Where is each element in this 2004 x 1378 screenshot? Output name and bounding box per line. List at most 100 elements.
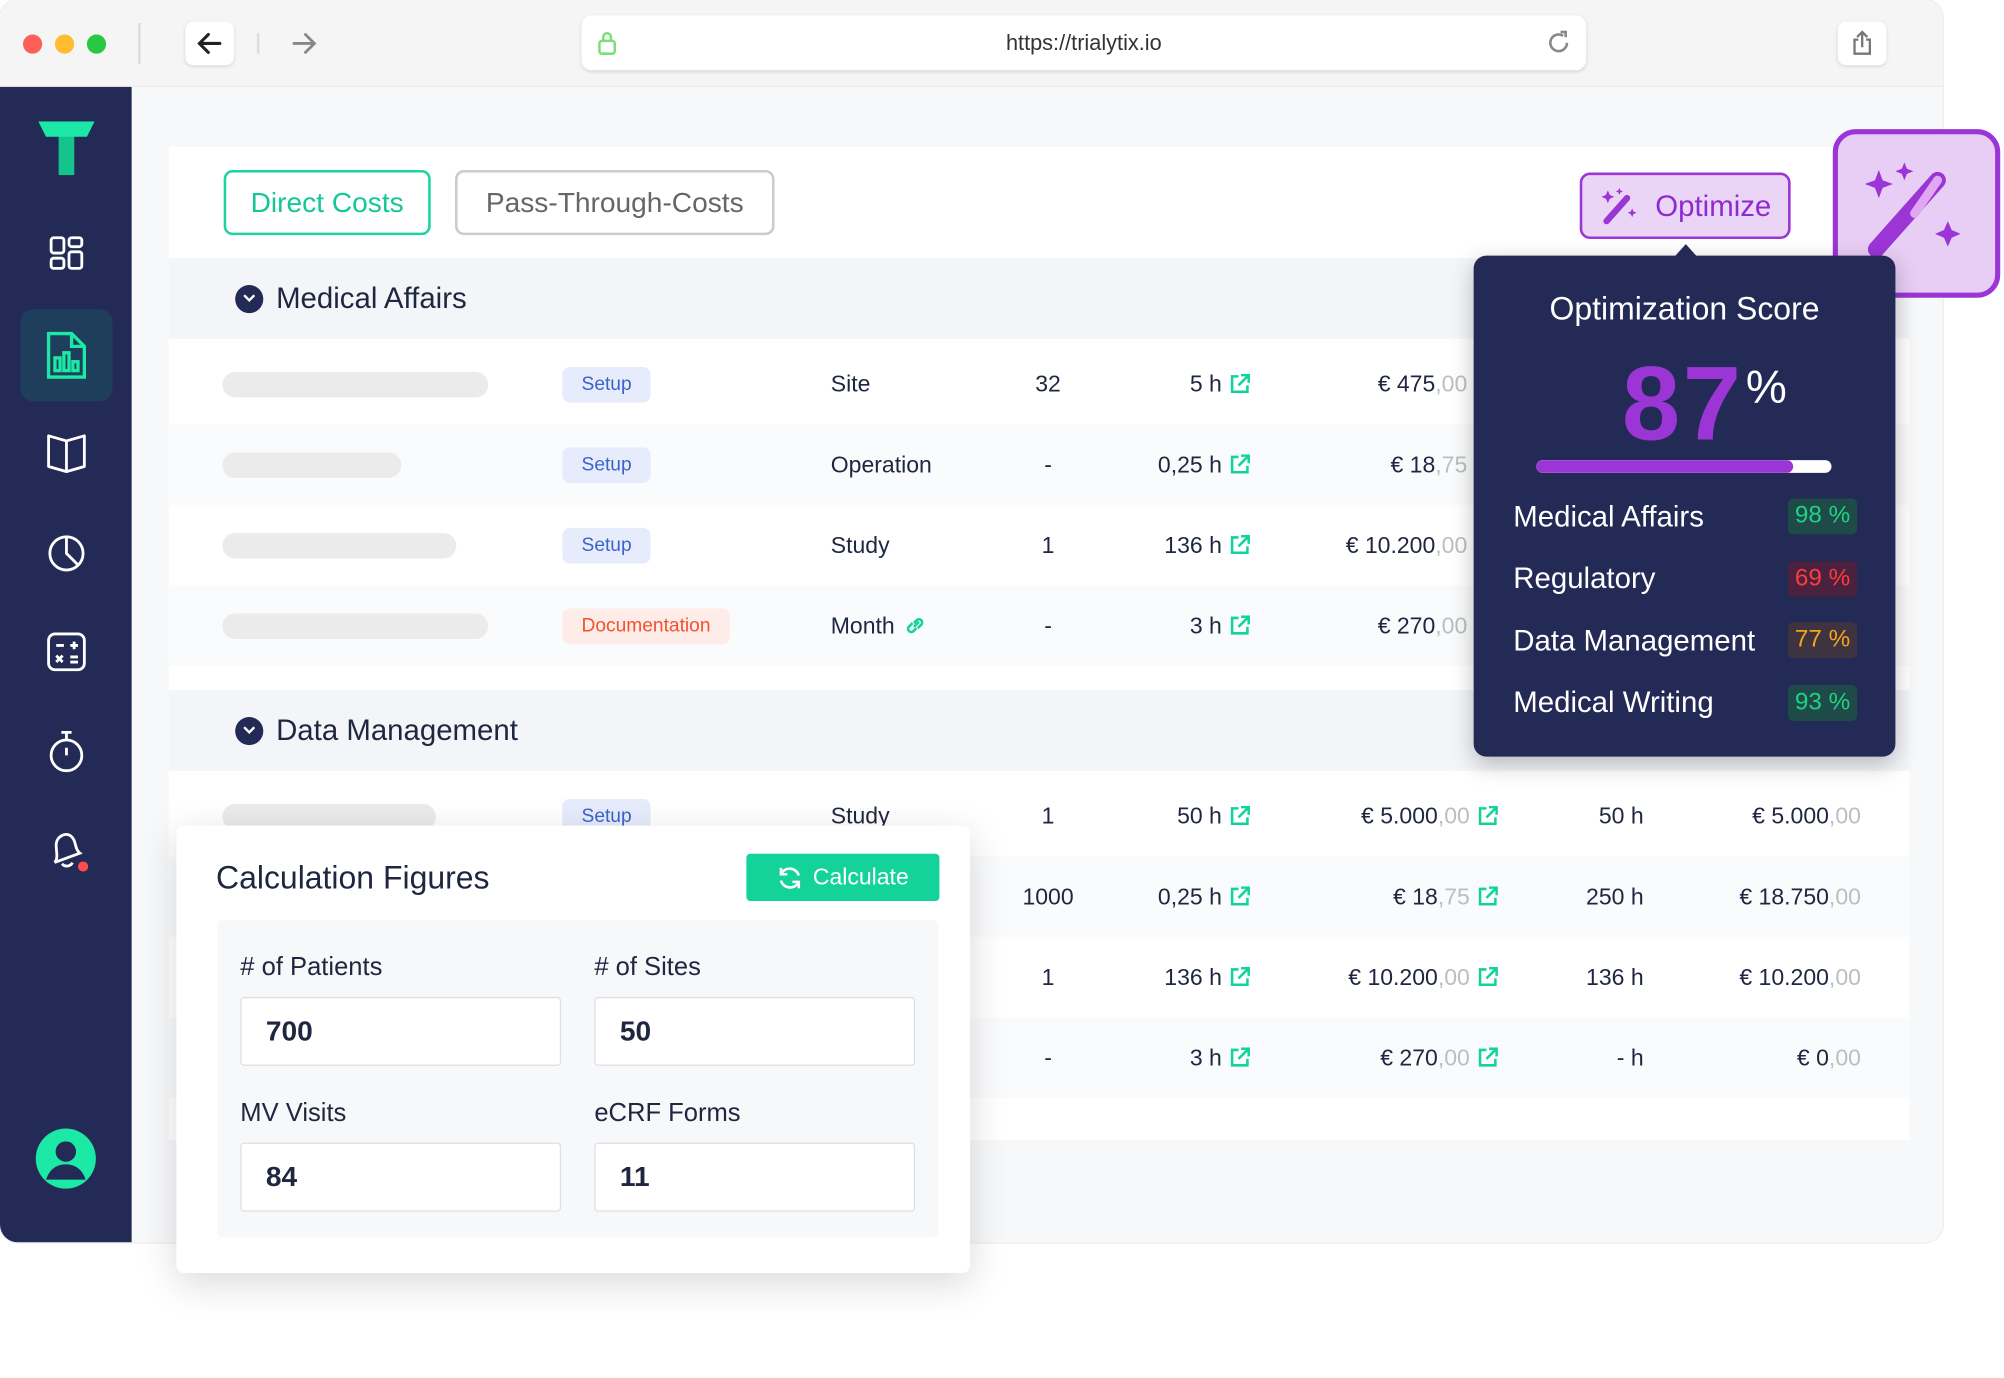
unit-type-label: Study [830,531,890,558]
sidebar-item-book[interactable] [33,420,99,486]
calc-title: Calculation Figures [215,860,490,896]
score-title: Optimization Score [1549,291,1820,328]
reload-icon[interactable] [1547,30,1571,55]
sidebar [0,86,132,1243]
maximize-window-button[interactable] [86,34,107,54]
sidebar-item-calculator[interactable] [33,619,99,685]
calculation-figures-card: Calculation Figures Calculate # of Patie… [176,825,971,1273]
category-badge: Setup [562,446,651,483]
quantity: 1 [1041,802,1055,829]
hours: 0,25 h [1158,883,1250,910]
patients-label: # of Patients [240,953,383,982]
cost-value: € 18 [1393,883,1438,909]
cost-value: € 475 [1377,370,1436,397]
external-link-icon[interactable] [1477,805,1498,826]
hours-value: 136 h [1164,963,1222,990]
hours-value: 5 h [1189,370,1222,397]
external-link-icon[interactable] [1477,1047,1498,1067]
score-item-badge: 98 % [1788,498,1858,535]
minimize-window-button[interactable] [54,34,75,54]
score-item: Medical Affairs 98 % [1513,498,1858,535]
score-item-label: Regulatory [1513,561,1656,595]
score-item-badge: 93 % [1788,684,1858,721]
category-badge: Setup [562,366,651,402]
total-cost: € 5.000,00 [1752,803,1861,830]
external-link-icon[interactable] [1230,373,1250,394]
divider [138,23,141,64]
unit-type: Site [831,371,871,398]
patients-input[interactable]: 700 [240,996,562,1066]
tab-pass-through-costs[interactable]: Pass-Through-Costs [455,169,775,236]
hours-value: 136 h [1164,531,1222,558]
unit-type: Study [831,532,890,559]
divider [256,33,260,54]
total-cost: € 18.750,00 [1739,883,1861,910]
total-value: € 10.200 [1739,963,1829,990]
hours-value: 50 h [1177,802,1222,829]
unit-type: Month [831,612,926,639]
name-placeholder [222,371,489,397]
sidebar-item-reports[interactable] [20,309,113,402]
link-icon[interactable] [905,615,925,635]
close-window-button[interactable] [23,34,43,54]
external-link-icon[interactable] [1230,805,1250,826]
total-hours: - h [1616,1044,1644,1070]
cost-decimals: ,00 [1435,370,1468,397]
external-link-icon[interactable] [1230,1047,1250,1067]
external-link-icon[interactable] [1230,454,1250,474]
cost: € 5.000,00 [1361,803,1498,830]
cost-decimals: ,75 [1435,451,1468,477]
total-value: € 18.750 [1739,883,1829,909]
sidebar-item-dashboard[interactable] [33,220,99,286]
unit-type-label: Operation [830,451,932,477]
category-badge: Setup [562,527,651,564]
cost-value: € 270 [1377,612,1436,638]
cost-decimals: ,00 [1437,963,1470,990]
external-link-icon[interactable] [1230,615,1250,635]
arrow-right-icon [292,33,317,54]
mv-visits-input[interactable]: 84 [240,1142,562,1212]
calculate-label: Calculate [812,863,909,890]
hours: 3 h [1190,1044,1250,1071]
cost-decimals: ,00 [1437,802,1470,829]
total-decimals: ,00 [1828,1044,1861,1070]
category-badge: Documentation [562,607,730,644]
total-hours: 50 h [1598,802,1644,829]
name-placeholder [222,612,489,639]
quantity: - [1044,1044,1052,1070]
avatar[interactable] [35,1128,96,1189]
sidebar-item-analytics[interactable] [33,520,99,586]
total-hours: 136 h [1586,963,1644,990]
report-icon [46,331,87,379]
cost: € 10.200,00 [1346,532,1468,559]
quantity: 1 [1041,963,1055,990]
optimize-button[interactable]: Optimize [1579,172,1791,240]
calc-fields-panel: # of Patients 700 # of Sites 50 MV Visit… [217,920,939,1238]
ecrf-forms-input[interactable]: 11 [594,1142,916,1212]
sidebar-item-timer[interactable] [33,718,99,784]
tab-direct-costs[interactable]: Direct Costs [223,169,431,236]
quantity: - [1044,451,1052,477]
address-bar[interactable]: https://trialytix.io [581,15,1587,71]
external-link-icon[interactable] [1230,534,1250,555]
external-link-icon[interactable] [1230,966,1250,987]
external-link-icon[interactable] [1230,886,1250,906]
hours-value: 0,25 h [1157,883,1222,909]
cost-value: € 270 [1380,1044,1438,1070]
sites-input[interactable]: 50 [594,996,916,1066]
share-button[interactable] [1837,21,1887,66]
cost: € 10.200,00 [1348,964,1498,991]
back-button[interactable] [185,21,234,66]
calculate-button[interactable]: Calculate [746,853,940,902]
calculator-icon [47,632,86,672]
score-item: Medical Writing 93 % [1513,684,1858,721]
external-link-icon[interactable] [1477,966,1498,987]
timer-icon [49,730,84,773]
cost: € 475,00 [1378,371,1468,398]
external-link-icon[interactable] [1477,886,1498,906]
hours-value: 0,25 h [1157,451,1222,477]
score-item-badge: 77 % [1788,622,1858,659]
sidebar-item-notifications[interactable] [33,817,99,883]
browser-toolbar: https://trialytix.io [0,0,1943,87]
forward-button[interactable] [280,22,329,65]
